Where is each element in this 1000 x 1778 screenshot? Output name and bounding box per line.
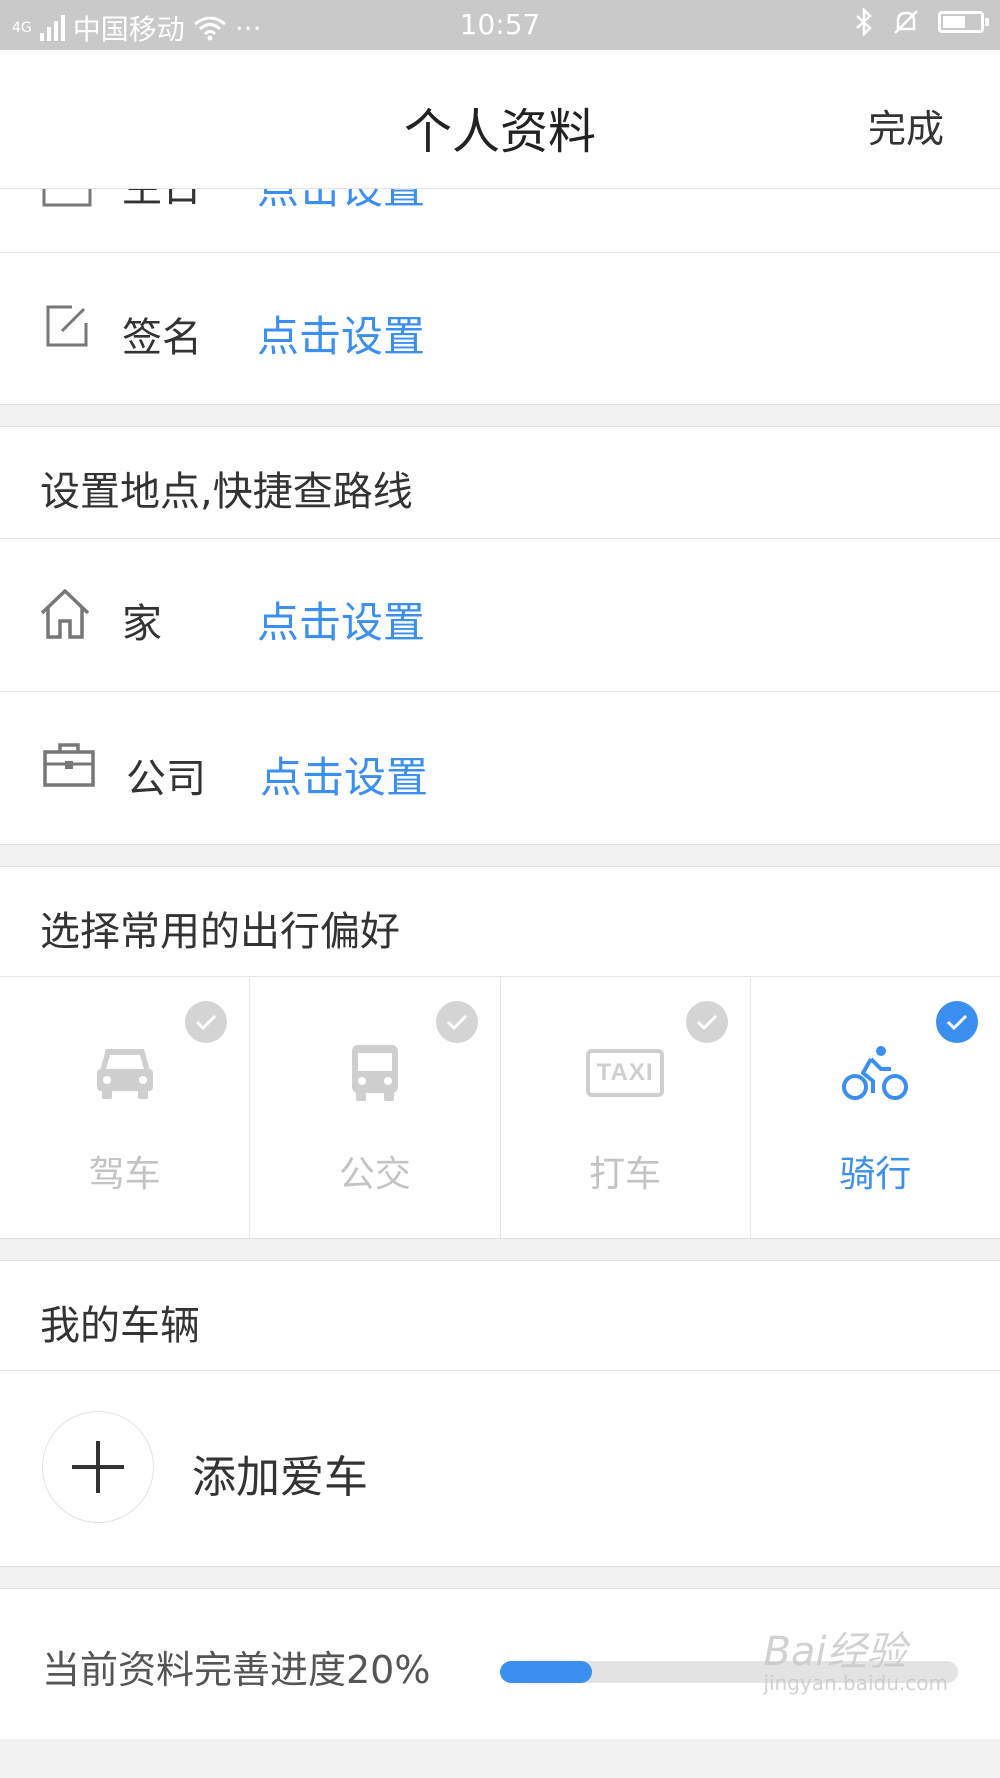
travel-preferences: 驾车 公交 TAXI 打车 骑行 <box>0 977 1000 1239</box>
pref-option-drive[interactable]: 驾车 <box>0 977 251 1238</box>
watermark-text: Bai经验 <box>763 1629 907 1675</box>
bus-icon <box>351 1045 398 1101</box>
pref-option-taxi[interactable]: TAXI 打车 <box>501 977 751 1238</box>
watermark: Bai经验 jingyan.baidu.com <box>763 1619 948 1695</box>
signature-row[interactable]: 签名 点击设置 <box>0 253 1000 405</box>
vehicles-title-text: 我的车辆 <box>40 1303 200 1349</box>
place-row-company[interactable]: 公司 点击设置 <box>0 692 1000 845</box>
edit-icon <box>46 305 88 347</box>
progress-text: 当前资料完善进度20% <box>42 1648 431 1692</box>
signature-label: 签名 <box>122 315 202 361</box>
profile-progress: 当前资料完善进度20% Bai经验 jingyan.baidu.com <box>0 1589 1000 1739</box>
company-value[interactable]: 点击设置 <box>260 744 428 805</box>
car-icon <box>96 1049 153 1099</box>
travel-title-text: 选择常用的出行偏好 <box>40 909 400 955</box>
places-title-text: 设置地点,快捷查路线 <box>40 469 413 515</box>
clock: 10:57 <box>459 8 541 41</box>
calendar-icon <box>42 189 92 207</box>
briefcase-icon <box>43 743 95 787</box>
travel-section-title: 选择常用的出行偏好 <box>0 867 1000 977</box>
add-vehicle-button[interactable] <box>42 1411 154 1523</box>
bicycle-icon <box>842 1046 909 1100</box>
check-icon <box>685 1001 728 1043</box>
profile-content: 生日 点击设置 签名 点击设置 设置地点,快捷查路线 家 点击设置 公司 点击设… <box>0 189 1000 1739</box>
nav-bar: 个人资料 完成 <box>0 50 1000 189</box>
pref-label: 公交 <box>338 1154 411 1195</box>
watermark-sub: jingyan.baidu.com <box>763 1671 948 1695</box>
company-label: 公司 <box>126 756 206 802</box>
section-divider <box>0 845 1000 867</box>
birthday-row[interactable]: 生日 点击设置 <box>0 189 1000 253</box>
vehicles-section-title: 我的车辆 <box>0 1261 1000 1371</box>
progress-bar <box>500 1661 592 1683</box>
battery-icon <box>938 11 989 33</box>
section-divider <box>0 405 1000 427</box>
pref-label: 驾车 <box>88 1154 161 1195</box>
signature-value[interactable]: 点击设置 <box>257 303 425 364</box>
places-section-title: 设置地点,快捷查路线 <box>0 427 1000 539</box>
birthday-label: 生日 <box>122 189 202 213</box>
taxi-icon-text: TAXI <box>596 1059 654 1086</box>
taxi-icon: TAXI <box>586 1049 665 1097</box>
check-icon <box>435 1001 478 1043</box>
pref-label: 骑行 <box>839 1154 912 1195</box>
plus-icon <box>72 1441 124 1493</box>
pref-option-cycling[interactable]: 骑行 <box>751 977 1000 1238</box>
pref-option-bus[interactable]: 公交 <box>250 977 501 1238</box>
home-icon <box>40 589 90 639</box>
add-vehicle-row[interactable]: 添加爱车 <box>0 1371 1000 1567</box>
bluetooth-icon <box>856 8 872 36</box>
section-divider <box>0 1239 1000 1261</box>
page-title: 个人资料 <box>403 104 596 160</box>
add-vehicle-label: 添加爱车 <box>192 1452 368 1503</box>
done-button[interactable]: 完成 <box>868 98 944 153</box>
pref-label: 打车 <box>589 1154 662 1195</box>
status-bar: 4G 中国移动 ··· 10:57 <box>0 0 1000 50</box>
place-row-home[interactable]: 家 点击设置 <box>0 539 1000 692</box>
home-label: 家 <box>122 601 162 647</box>
check-icon <box>185 1001 228 1043</box>
section-divider <box>0 1567 1000 1589</box>
bell-muted-icon <box>894 10 918 34</box>
check-icon-selected <box>936 1001 978 1043</box>
birthday-value[interactable]: 点击设置 <box>257 189 425 216</box>
home-value[interactable]: 点击设置 <box>257 589 425 650</box>
